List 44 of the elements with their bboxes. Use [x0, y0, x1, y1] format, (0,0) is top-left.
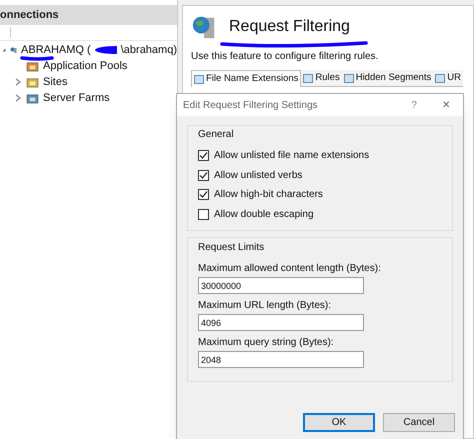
dialog-button[interactable]: OK [303, 413, 375, 432]
field-label: Maximum URL length (Bytes): [198, 299, 332, 312]
tree-item[interactable]: Server Farms [43, 90, 110, 106]
help-button[interactable]: ? [399, 98, 429, 112]
checkbox[interactable] [198, 208, 209, 220]
input-field[interactable]: 4096 [198, 314, 364, 331]
tree-item: \abrahamq) [120, 42, 177, 58]
feature-title: Request Filtering [229, 17, 350, 37]
panel-header: onnections [0, 5, 177, 25]
field-label: Maximum query string (Bytes): [198, 336, 335, 349]
checkbox[interactable] [198, 150, 209, 162]
close-button[interactable]: ✕ [429, 98, 463, 112]
dialog-title: Edit Request Filtering Settings [183, 98, 319, 112]
collapse-arrow-icon[interactable] [2, 46, 6, 54]
tree-item[interactable]: ABRAHAMQ ( [21, 42, 91, 58]
folder-icon [26, 60, 39, 72]
checkbox[interactable] [198, 170, 209, 181]
tab[interactable]: Hidden Segments [342, 70, 434, 87]
checkbox-label: Allow unlisted verbs [214, 168, 302, 182]
checkbox-label: Allow unlisted file name extensions [214, 149, 370, 162]
checkbox-label: Allow high-bit characters [214, 188, 323, 202]
tab-icon [435, 74, 446, 82]
underline-scribble [20, 55, 54, 61]
globe-server-icon [191, 14, 217, 40]
group-title: Request Limits [198, 241, 266, 254]
tab-icon [194, 74, 204, 84]
checkbox[interactable] [198, 189, 209, 200]
tree-item[interactable]: Sites [43, 74, 68, 90]
group-title: General [198, 128, 235, 141]
folder-icon [26, 92, 39, 104]
redaction-mark [94, 46, 117, 54]
input-field[interactable]: 30000000 [198, 277, 364, 294]
dialog-button[interactable]: Cancel [383, 413, 455, 432]
tab[interactable]: UR [433, 70, 463, 87]
tab[interactable]: File Name Extensions [191, 70, 302, 87]
tab[interactable]: Rules [301, 70, 342, 87]
input-field[interactable]: 2048 [198, 351, 364, 368]
folder-icon [26, 76, 39, 88]
field-label: Maximum allowed content length (Bytes): [198, 262, 382, 275]
tab-icon [344, 74, 354, 82]
tree-item[interactable]: Application Pools [43, 58, 128, 74]
checkbox-label: Allow double escaping [214, 208, 314, 221]
tab-icon [303, 74, 314, 82]
feature-description: Use this feature to configure filtering rules. [191, 50, 380, 64]
